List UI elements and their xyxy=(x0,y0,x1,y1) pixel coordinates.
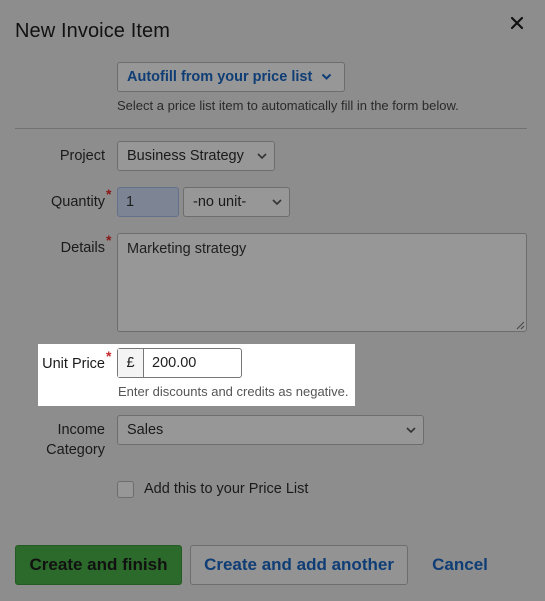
autofill-button-label: Autofill from your price list xyxy=(127,69,313,85)
divider xyxy=(15,128,527,129)
currency-symbol: £ xyxy=(118,349,144,377)
chevron-down-icon xyxy=(406,427,416,434)
unit-price-input[interactable]: 200.00 xyxy=(144,349,241,377)
details-label: Details xyxy=(60,240,105,256)
income-category-label-line2: Category xyxy=(46,442,105,458)
chevron-down-icon xyxy=(257,153,267,160)
create-and-finish-button[interactable]: Create and finish xyxy=(15,545,182,585)
unit-select[interactable]: -no unit- xyxy=(183,187,290,217)
quantity-input[interactable]: 1 xyxy=(117,187,179,217)
chevron-down-icon xyxy=(272,199,282,206)
quantity-value: 1 xyxy=(126,194,135,210)
project-select[interactable]: Business Strategy xyxy=(117,141,275,171)
autofill-helper-text: Select a price list item to automaticall… xyxy=(117,98,459,113)
required-indicator: * xyxy=(106,186,112,202)
add-to-price-list-label[interactable]: Add this to your Price List xyxy=(144,481,308,497)
income-category-value: Sales xyxy=(127,422,164,438)
autofill-price-list-button[interactable]: Autofill from your price list xyxy=(117,62,345,92)
chevron-down-icon xyxy=(322,73,332,80)
details-value: Marketing strategy xyxy=(127,241,247,257)
unit-price-helper-text: Enter discounts and credits as negative. xyxy=(118,384,349,399)
project-label: Project xyxy=(59,148,105,164)
close-icon[interactable] xyxy=(508,14,526,32)
income-category-select[interactable]: Sales xyxy=(117,415,424,445)
quantity-label: Quantity xyxy=(51,194,105,210)
resize-handle-icon[interactable] xyxy=(516,321,525,330)
cancel-button[interactable]: Cancel xyxy=(420,545,500,585)
required-indicator: * xyxy=(106,348,112,364)
project-select-value: Business Strategy xyxy=(127,148,244,164)
details-textarea[interactable]: Marketing strategy xyxy=(117,233,527,332)
add-to-price-list-checkbox[interactable] xyxy=(117,481,134,498)
required-indicator: * xyxy=(106,232,112,248)
unit-select-value: -no unit- xyxy=(193,194,247,210)
create-and-add-another-button[interactable]: Create and add another xyxy=(190,545,408,585)
unit-price-field[interactable]: £ 200.00 xyxy=(117,348,242,378)
unit-price-label: Unit Price xyxy=(42,356,105,372)
dialog-title: New Invoice Item xyxy=(15,20,170,42)
income-category-label-line1: Income xyxy=(57,422,105,438)
